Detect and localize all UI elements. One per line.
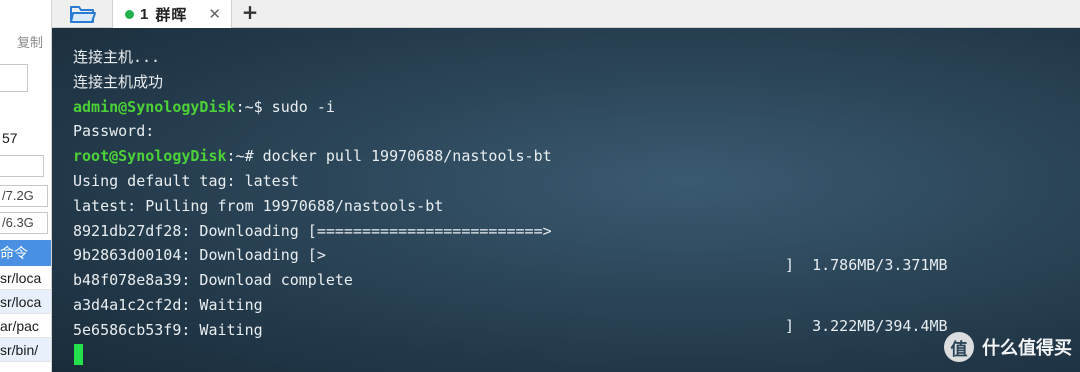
terminal-text: 连接主机成功 (73, 72, 164, 91)
terminal-text: latest: Pulling from 19970688/nastools-b… (73, 196, 444, 215)
terminal-line: root@SynologyDisk:~# docker pull 1997068… (73, 144, 552, 169)
open-folder-button[interactable] (66, 2, 100, 26)
copy-link[interactable]: 复制 (17, 32, 43, 51)
command-list: 命令 sr/loca sr/loca ar/pac sr/bin/ (0, 240, 51, 362)
terminal-line: 9b2863d00104: Downloading [> (73, 243, 552, 268)
progress-readout: ] 1.786MB/3.371MB (785, 256, 948, 274)
terminal-text: Password: (73, 122, 155, 141)
watermark-logo-icon: 值 (944, 332, 974, 362)
terminal-text: 5e6586cb53f9: Waiting (73, 320, 263, 339)
disk-usage-field: /7.2G (0, 185, 48, 207)
tab-index: 1 (140, 5, 150, 23)
terminal-text: 8921db27df28: Downloading [=============… (73, 221, 552, 240)
terminal-text: Using default tag: latest (73, 171, 299, 190)
list-item[interactable]: ar/pac (0, 314, 51, 338)
terminal-text: 连接主机... (73, 48, 161, 66)
terminal-line: 5e6586cb53f9: Waiting (73, 318, 552, 343)
panel-value-text: 57 (2, 130, 18, 146)
prompt-host: admin@SynologyDisk (73, 97, 236, 116)
terminal-line: admin@SynologyDisk:~$ sudo -i (73, 95, 552, 120)
terminal-text: :~$ sudo -i (235, 97, 335, 116)
terminal-cursor (74, 344, 83, 365)
list-item[interactable]: sr/loca (0, 266, 51, 290)
input-box-2[interactable] (0, 155, 44, 177)
terminal-line: Using default tag: latest (73, 169, 552, 194)
terminal-line: 8921db27df28: Downloading [=============… (73, 219, 552, 244)
terminal-window[interactable]: 连接主机... 连接主机成功 admin@SynologyDisk:~$ sudo … (52, 28, 1080, 372)
terminal-text: :~# docker pull 19970688/nastools-bt (226, 147, 552, 166)
terminal-line: b48f078e8a39: Download complete (73, 268, 552, 293)
terminal-line: a3d4a1c2cf2d: Waiting (73, 293, 552, 318)
terminal-line: 连接主机成功 (73, 70, 552, 95)
progress-column: ] 1.786MB/3.371MB ] 3.222MB/394.4MB (785, 217, 948, 372)
watermark: 值 什么值得买 (944, 332, 1072, 362)
connected-status-dot (125, 9, 134, 19)
input-box[interactable] (0, 64, 28, 92)
list-item[interactable]: sr/bin/ (0, 338, 51, 362)
terminal-text: 9b2863d00104: Downloading [> (73, 246, 326, 265)
close-icon[interactable]: ✕ (208, 5, 221, 23)
disk-usage-field-2: /6.3G (0, 212, 48, 234)
tab-synology[interactable]: 1 群晖 ✕ (112, 0, 232, 28)
terminal-text: a3d4a1c2cf2d: Waiting (73, 295, 263, 314)
session-tab-bar: 1 群晖 ✕ + (52, 0, 1080, 28)
prompt-host: root@SynologyDisk (73, 147, 227, 166)
list-item[interactable]: sr/loca (0, 290, 51, 314)
add-tab-button[interactable]: + (238, 1, 262, 25)
terminal-line: latest: Pulling from 19970688/nastools-b… (73, 194, 552, 219)
progress-readout: ] 3.222MB/394.4MB (785, 316, 948, 335)
watermark-text: 什么值得买 (982, 338, 1072, 359)
tab-label: 群晖 (155, 6, 188, 24)
folder-icon (70, 6, 96, 23)
terminal-line: 连接主机... (73, 45, 552, 70)
terminal-output: 连接主机... 连接主机成功 admin@SynologyDisk:~$ sudo … (73, 45, 552, 343)
left-side-panel: 复制 57 /7.2G /6.3G 命令 sr/loca sr/loca ar/… (0, 0, 52, 372)
command-list-header[interactable]: 命令 (0, 240, 51, 266)
terminal-line: Password: (73, 119, 552, 144)
terminal-text: b48f078e8a39: Download complete (73, 271, 353, 290)
